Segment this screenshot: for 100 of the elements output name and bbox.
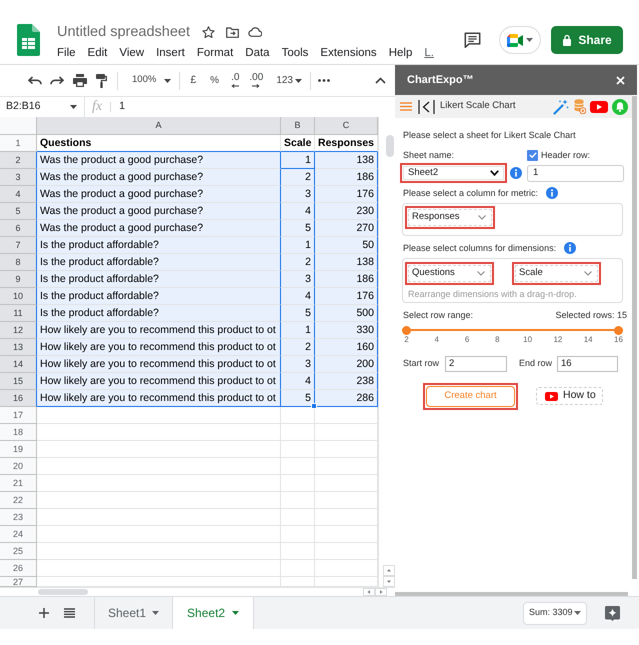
- link[interactable]: L.: [424, 46, 434, 60]
- row-header[interactable]: 17: [0, 407, 37, 424]
- sparkle-icon[interactable]: [605, 606, 620, 620]
- scroll-right-icon[interactable]: [375, 588, 387, 596]
- bell-icon[interactable]: [612, 98, 628, 114]
- menu-item[interactable]: Tools: [282, 46, 308, 60]
- row-header[interactable]: 3: [0, 169, 37, 186]
- menu-item[interactable]: Insert: [156, 46, 185, 60]
- row-header[interactable]: 19: [0, 441, 37, 458]
- list-icon[interactable]: [64, 608, 75, 618]
- comment-icon[interactable]: [464, 32, 481, 48]
- menu-item[interactable]: Format: [196, 46, 234, 60]
- metric-select[interactable]: Responses: [408, 209, 492, 226]
- row-header[interactable]: 22: [0, 492, 37, 509]
- horizontal-scrollbar[interactable]: [37, 588, 387, 596]
- menu-item[interactable]: Extensions: [320, 46, 377, 60]
- undo-icon[interactable]: [28, 76, 42, 85]
- increase-decimals-button[interactable]: .00: [249, 73, 264, 88]
- horizontal-scrollbar[interactable]: [395, 592, 628, 596]
- scrollbar-thumb[interactable]: [38, 589, 88, 595]
- start-row-field[interactable]: 2: [445, 356, 507, 372]
- row-header[interactable]: 11: [0, 305, 37, 322]
- row-header[interactable]: 20: [0, 458, 37, 475]
- database-plus-icon[interactable]: [574, 99, 586, 114]
- end-row-field[interactable]: 16: [557, 356, 618, 372]
- zoom-select[interactable]: 100%: [132, 73, 172, 88]
- row-header[interactable]: 18: [0, 424, 37, 441]
- dimension-select[interactable]: Scale: [515, 265, 598, 282]
- close-icon[interactable]: [616, 76, 625, 84]
- scroll-up-icon[interactable]: [383, 565, 395, 576]
- row-header[interactable]: 6: [0, 220, 37, 237]
- row-header[interactable]: 10: [0, 288, 37, 305]
- menu-item[interactable]: View: [119, 46, 144, 60]
- folder-arrow-icon[interactable]: [226, 26, 239, 38]
- header-row-field[interactable]: 1: [527, 164, 624, 182]
- decrease-decimals-button[interactable]: .0: [231, 73, 240, 88]
- row-header[interactable]: 23: [0, 509, 37, 526]
- document-title[interactable]: Untitled spreadsheet: [57, 22, 190, 42]
- row-header[interactable]: 4: [0, 186, 37, 203]
- menu-item[interactable]: File: [57, 46, 76, 60]
- sheet-tab[interactable]: Sheet1: [94, 597, 174, 629]
- info-icon[interactable]: [564, 242, 576, 254]
- row-header[interactable]: 27: [0, 577, 37, 587]
- row-header[interactable]: 12: [0, 322, 37, 339]
- row-header[interactable]: 8: [0, 254, 37, 271]
- sum-button[interactable]: Sum: 3309: [523, 602, 587, 624]
- row-header[interactable]: 25: [0, 543, 37, 560]
- video-call-button[interactable]: [499, 26, 541, 54]
- slider-thumb[interactable]: [614, 326, 623, 334]
- range-slider-track[interactable]: [402, 325, 623, 335]
- row-header[interactable]: 2: [0, 152, 37, 169]
- how-to-button[interactable]: How to: [536, 387, 603, 405]
- more-icon[interactable]: [318, 79, 330, 82]
- fill-handle[interactable]: [311, 403, 317, 409]
- scrollbar-thumb[interactable]: [386, 135, 394, 157]
- spreadsheet-logo-icon[interactable]: [17, 24, 40, 56]
- vertical-scrollbar[interactable]: [632, 96, 637, 579]
- video-play-icon[interactable]: [590, 100, 608, 112]
- menu-item[interactable]: Help: [388, 46, 412, 60]
- info-icon[interactable]: [546, 187, 558, 199]
- column-header[interactable]: C: [315, 117, 378, 135]
- currency-button[interactable]: £: [190, 72, 196, 88]
- sheet-select[interactable]: Sheet2: [403, 166, 504, 180]
- formula-value[interactable]: 1: [119, 99, 125, 115]
- row-header[interactable]: 9: [0, 271, 37, 288]
- magic-wand-icon[interactable]: [553, 98, 569, 114]
- star-icon[interactable]: [202, 26, 215, 38]
- chevron-left-icon[interactable]: [418, 100, 435, 114]
- dimension-select[interactable]: Questions: [408, 265, 491, 282]
- column-header[interactable]: A: [37, 117, 281, 135]
- row-header[interactable]: 15: [0, 373, 37, 390]
- slider-thumb[interactable]: [402, 326, 411, 334]
- menu-item[interactable]: Edit: [88, 46, 108, 60]
- sheet-tab[interactable]: Sheet2: [173, 597, 254, 629]
- share-button[interactable]: Share: [551, 26, 623, 54]
- plus-icon[interactable]: [39, 608, 49, 618]
- scroll-left-icon[interactable]: [363, 588, 375, 596]
- row-header[interactable]: 5: [0, 203, 37, 220]
- row-header[interactable]: 16: [0, 390, 37, 407]
- row-header[interactable]: 24: [0, 526, 37, 543]
- paint-roller-icon[interactable]: [96, 74, 107, 88]
- row-header[interactable]: 7: [0, 237, 37, 254]
- info-icon[interactable]: [510, 167, 522, 179]
- percent-button[interactable]: %: [210, 73, 220, 88]
- row-header[interactable]: 13: [0, 339, 37, 356]
- header-row-checkbox[interactable]: [527, 150, 538, 160]
- row-header[interactable]: 1: [0, 135, 37, 152]
- row-header[interactable]: 26: [0, 560, 37, 577]
- corner-cell[interactable]: [0, 117, 37, 135]
- number-format-button[interactable]: 123: [276, 73, 302, 88]
- menu-item[interactable]: Data: [245, 46, 270, 60]
- print-icon[interactable]: [73, 74, 87, 87]
- chevron-up-icon[interactable]: [375, 77, 386, 84]
- column-header[interactable]: B: [281, 117, 315, 135]
- row-header[interactable]: 14: [0, 356, 37, 373]
- row-header[interactable]: 21: [0, 475, 37, 492]
- scroll-down-icon[interactable]: [383, 576, 395, 587]
- cloud-icon[interactable]: [248, 27, 262, 37]
- menu-icon[interactable]: [400, 102, 412, 111]
- redo-icon[interactable]: [50, 76, 64, 85]
